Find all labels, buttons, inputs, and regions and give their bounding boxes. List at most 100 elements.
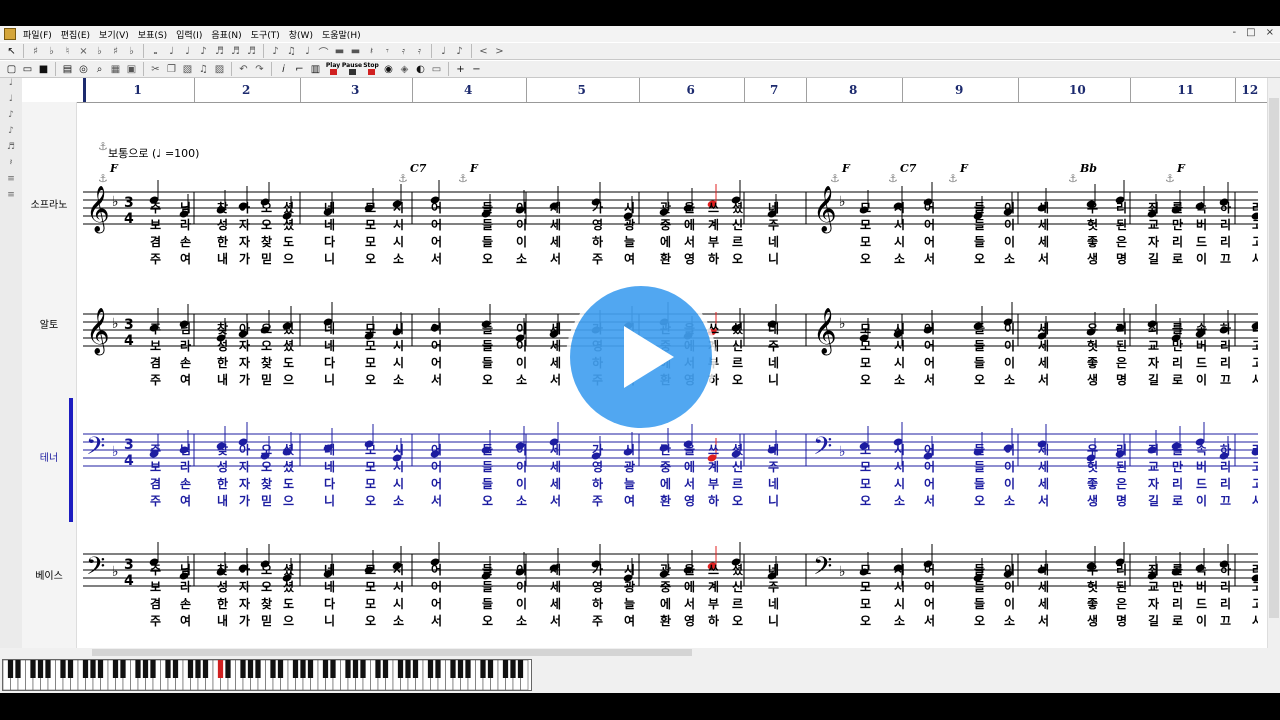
lyric-syllable[interactable]: 니 <box>324 251 335 266</box>
flat-alt-icon[interactable]: ♭ <box>124 44 139 59</box>
paste-notes-icon[interactable]: ♫ <box>196 62 211 77</box>
lyric-syllable[interactable]: 세 <box>550 355 561 370</box>
lyric-syllable[interactable]: 님 <box>180 442 191 457</box>
black-key[interactable] <box>450 660 456 678</box>
zoom-in-icon[interactable]: + <box>453 62 468 77</box>
lyric-syllable[interactable]: 소 <box>516 252 527 266</box>
lyric-syllable[interactable]: 늘 <box>624 597 635 611</box>
text-tool-icon[interactable]: 𝑖 <box>276 62 291 77</box>
lyric-syllable[interactable]: 영 <box>592 217 603 232</box>
lyric-syllable[interactable]: 려 <box>1252 200 1258 215</box>
lyric-syllable[interactable]: 으 <box>283 373 294 387</box>
lyric-syllable[interactable]: 여 <box>624 493 635 508</box>
lyric-syllable[interactable]: 오 <box>860 373 871 387</box>
lyric-syllable[interactable]: 세 <box>1038 234 1049 249</box>
lyric-syllable[interactable]: 쓰 <box>708 563 719 577</box>
lyric-syllable[interactable]: 죄 <box>1148 562 1159 577</box>
lyric-syllable[interactable]: 자 <box>1148 596 1159 611</box>
black-key[interactable] <box>457 660 464 678</box>
lyric-syllable[interactable]: 소 <box>1004 494 1015 508</box>
menu-window[interactable]: 창(W) <box>286 28 319 41</box>
lyric-syllable[interactable]: 길 <box>1148 373 1159 387</box>
lyric-syllable[interactable]: 사 <box>1252 493 1258 508</box>
lyric-syllable[interactable]: 어 <box>431 321 442 336</box>
measure-number[interactable]: 2 <box>242 83 250 97</box>
sixteenth-note-icon[interactable]: ♬ <box>212 44 227 59</box>
lyric-syllable[interactable]: 네 <box>324 579 335 594</box>
lyric-syllable[interactable]: 서 <box>924 372 935 387</box>
play-button[interactable]: Play <box>324 62 342 77</box>
lyric-syllable[interactable]: 끄 <box>1220 494 1231 508</box>
lyric-syllable[interactable]: 서 <box>550 372 561 387</box>
lyric-syllable[interactable]: 시 <box>624 201 635 215</box>
black-key[interactable] <box>187 660 194 678</box>
measure-number[interactable]: 10 <box>1069 83 1086 97</box>
lyric-syllable[interactable]: 이 <box>516 321 527 336</box>
lyric-syllable[interactable]: 여 <box>624 251 635 266</box>
lyric-syllable[interactable]: 를 <box>1172 443 1183 457</box>
lyric-syllable[interactable]: 세 <box>1038 442 1049 457</box>
palette-tool-icon[interactable]: ≡ <box>0 174 22 190</box>
chord-symbol[interactable]: F <box>469 162 479 175</box>
lyric-syllable[interactable]: 이 <box>516 338 527 353</box>
lyric-syllable[interactable]: 모 <box>860 218 871 232</box>
lyric-syllable[interactable]: 모 <box>860 597 871 611</box>
lyric-syllable[interactable]: 모 <box>860 339 871 353</box>
lyric-syllable[interactable]: 겸 <box>150 596 161 611</box>
lyric-syllable[interactable]: 모 <box>860 201 871 215</box>
lyric-syllable[interactable]: 손 <box>180 597 191 611</box>
rest-half-icon[interactable]: ▬ <box>348 44 363 59</box>
lyric-syllable[interactable]: 서 <box>1038 372 1049 387</box>
black-key[interactable] <box>150 660 156 678</box>
lyric-syllable[interactable]: 들 <box>974 201 985 215</box>
lyric-syllable[interactable]: 찾 <box>261 596 272 611</box>
lyric-syllable[interactable]: 중 <box>660 218 671 232</box>
sharp-icon[interactable]: ♯ <box>28 44 43 59</box>
lyric-syllable[interactable]: 끄 <box>1220 373 1231 387</box>
lyric-syllable[interactable]: 하 <box>1220 442 1231 457</box>
lyric-syllable[interactable]: 버 <box>1196 459 1207 474</box>
lyric-syllable[interactable]: 신 <box>732 338 743 353</box>
black-key[interactable] <box>195 660 201 678</box>
lyric-syllable[interactable]: 어 <box>431 562 442 577</box>
lyric-syllable[interactable]: 네 <box>324 562 335 577</box>
lyric-syllable[interactable]: 주 <box>592 494 603 508</box>
lyric-syllable[interactable]: 교 <box>1148 339 1159 353</box>
lyric-syllable[interactable]: 신 <box>732 217 743 232</box>
lyric-syllable[interactable]: 가 <box>239 251 250 266</box>
lyric-syllable[interactable]: 서 <box>1038 493 1049 508</box>
lyric-syllable[interactable]: 헛 <box>1087 217 1098 232</box>
black-key[interactable] <box>30 660 36 678</box>
lyric-syllable[interactable]: 생 <box>1087 613 1098 628</box>
chord-note-icon[interactable]: ♩ <box>436 44 451 59</box>
lyric-syllable[interactable]: 자 <box>1148 476 1159 491</box>
black-key[interactable] <box>487 660 494 678</box>
lyric-syllable[interactable]: 니 <box>324 613 335 628</box>
lyric-syllable[interactable]: 쓰 <box>708 443 719 457</box>
chord-symbol[interactable]: F <box>841 162 851 175</box>
lyric-syllable[interactable]: 사 <box>1252 613 1258 628</box>
lyric-syllable[interactable]: 여 <box>180 613 191 628</box>
lyric-syllable[interactable]: 겸 <box>150 476 161 491</box>
lyric-syllable[interactable]: 세 <box>1038 321 1049 336</box>
lyric-syllable[interactable]: 을 <box>684 443 695 457</box>
black-key[interactable] <box>37 660 44 678</box>
lyric-syllable[interactable]: 소 <box>894 252 905 266</box>
whole-note-icon[interactable]: 𝅝 <box>148 44 163 59</box>
lyric-syllable[interactable]: 오 <box>732 373 743 387</box>
lyric-syllable[interactable]: 셨 <box>283 201 294 215</box>
lyric-syllable[interactable]: 시 <box>393 563 404 577</box>
lyric-syllable[interactable]: 리 <box>1220 338 1231 353</box>
lyric-syllable[interactable]: 자 <box>239 459 250 474</box>
lyric-syllable[interactable]: 들 <box>974 322 985 336</box>
lyric-syllable[interactable]: 세 <box>550 442 561 457</box>
lyric-syllable[interactable]: 믿 <box>261 251 272 266</box>
lyric-syllable[interactable]: 서 <box>684 596 695 611</box>
measure-number[interactable]: 5 <box>578 83 586 97</box>
lyric-syllable[interactable]: 여 <box>180 493 191 508</box>
lyric-syllable[interactable]: 찾 <box>261 476 272 491</box>
lyric-syllable[interactable]: 세 <box>550 321 561 336</box>
lyric-syllable[interactable]: 님 <box>180 562 191 577</box>
lyric-syllable[interactable]: 오 <box>365 252 376 266</box>
lyric-syllable[interactable]: 계 <box>708 459 719 474</box>
